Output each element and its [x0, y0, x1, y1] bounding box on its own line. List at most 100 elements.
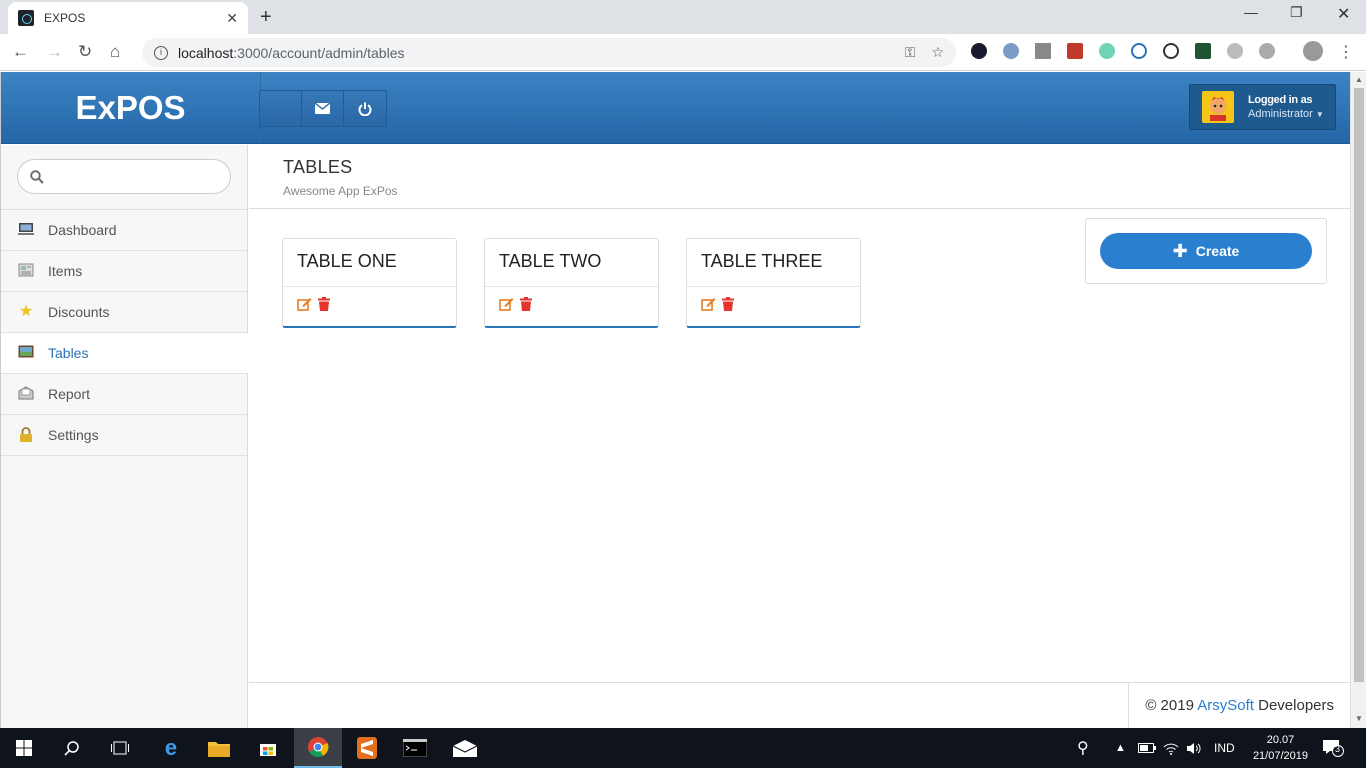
system-clock[interactable]: 20.07 21/07/2019 — [1253, 732, 1308, 764]
sidebar-search[interactable] — [17, 159, 231, 194]
power-icon — [358, 102, 372, 116]
copyright: © 2019 ArsySoft Developers — [1128, 683, 1350, 729]
sidebar-menu: Dashboard Items ★ Discounts Tables Repor… — [1, 209, 248, 456]
key-icon[interactable]: ⚿ — [905, 44, 916, 61]
user-avatar — [1202, 91, 1234, 123]
task-view-icon[interactable] — [96, 728, 144, 768]
back-icon[interactable]: ← — [12, 42, 29, 62]
browser-tab[interactable]: EXPOS ✕ — [8, 2, 248, 34]
menu-toggle-button[interactable] — [260, 91, 302, 126]
scroll-up-icon[interactable]: ▲ — [1355, 75, 1363, 84]
sidebar-item-report[interactable]: Report — [1, 374, 248, 415]
logout-button[interactable] — [344, 91, 386, 126]
create-button[interactable]: ✚ Create — [1100, 233, 1312, 269]
extension-icon[interactable] — [1099, 43, 1115, 59]
create-panel: ✚ Create — [1085, 218, 1327, 284]
mail-button[interactable] — [302, 91, 344, 126]
extension-icon[interactable] — [1163, 43, 1179, 59]
delete-icon[interactable] — [318, 297, 330, 314]
home-icon[interactable]: ⌂ — [110, 42, 120, 62]
brand-logo[interactable]: ExPOS — [1, 72, 261, 144]
table-card[interactable]: TABLE THREE — [686, 238, 861, 328]
table-name: TABLE THREE — [687, 239, 860, 287]
scrollbar-thumb[interactable] — [1354, 88, 1364, 682]
items-icon — [18, 263, 34, 279]
tray-chevron-icon[interactable]: ▲ — [1115, 728, 1126, 768]
sidebar-item-dashboard[interactable]: Dashboard — [1, 210, 248, 251]
wifi-icon[interactable] — [1163, 728, 1179, 768]
menu-kebab-icon[interactable]: ⋮ — [1338, 42, 1354, 62]
search-input[interactable] — [52, 169, 230, 184]
monitor-icon — [18, 222, 34, 238]
extension-icon[interactable] — [1003, 43, 1019, 59]
file-explorer-icon[interactable] — [195, 728, 243, 768]
sidebar-item-label: Dashboard — [48, 222, 117, 238]
url-field[interactable]: i localhost:3000/account/admin/tables ⚿ … — [142, 38, 956, 67]
mail-taskbar-icon[interactable] — [441, 728, 489, 768]
extension-icon[interactable] — [1227, 43, 1243, 59]
sidebar-item-discounts[interactable]: ★ Discounts — [1, 292, 248, 333]
window-close-icon[interactable]: ✕ — [1337, 4, 1350, 24]
extension-icon[interactable] — [1195, 43, 1211, 59]
edge-icon[interactable]: e — [147, 728, 195, 768]
sidebar: Dashboard Items ★ Discounts Tables Repor… — [1, 145, 248, 728]
page-scrollbar[interactable]: ▲ ▼ — [1350, 72, 1366, 728]
address-bar-row: ← → ↻ ⌂ i localhost:3000/account/admin/t… — [0, 34, 1366, 71]
action-center-icon[interactable]: 3 — [1322, 728, 1344, 768]
copyright-prefix: © 2019 — [1145, 697, 1198, 714]
battery-icon[interactable] — [1138, 728, 1156, 768]
bookmark-star-icon[interactable]: ☆ — [931, 44, 944, 61]
reload-icon[interactable]: ↻ — [78, 42, 92, 62]
search-icon — [30, 169, 44, 184]
table-card[interactable]: TABLE ONE — [282, 238, 457, 328]
volume-icon[interactable] — [1186, 728, 1202, 768]
tables-grid: TABLE ONE TABLE TWO TABLE THREE — [282, 238, 861, 328]
sublime-text-icon[interactable] — [343, 728, 391, 768]
scroll-down-icon[interactable]: ▼ — [1355, 714, 1363, 723]
main-content: TABLES Awesome App ExPos TABLE ONE TABLE… — [249, 145, 1350, 728]
sidebar-item-settings[interactable]: Settings — [1, 415, 248, 456]
profile-avatar[interactable] — [1303, 41, 1323, 61]
forward-icon[interactable]: → — [46, 42, 63, 62]
restore-icon[interactable]: ❐ — [1290, 4, 1303, 21]
edit-icon[interactable] — [499, 297, 514, 314]
sidebar-item-label: Discounts — [48, 304, 110, 320]
page-subtitle: Awesome App ExPos — [283, 184, 398, 198]
extension-icon[interactable] — [1035, 43, 1051, 59]
table-card[interactable]: TABLE TWO — [484, 238, 659, 328]
edit-icon[interactable] — [701, 297, 716, 314]
tab-title: EXPOS — [44, 11, 86, 25]
clock-time: 20.07 — [1266, 734, 1295, 746]
user-menu[interactable]: Logged in as Administrator ▼ — [1189, 84, 1336, 130]
extension-icon[interactable] — [1131, 43, 1147, 59]
store-icon[interactable] — [244, 728, 292, 768]
search-taskbar-icon[interactable] — [48, 728, 96, 768]
company-link[interactable]: ArsySoft — [1197, 697, 1254, 714]
app-header: ExPOS Logged in as Administrator ▼ — [1, 72, 1350, 144]
extension-icon[interactable] — [971, 43, 987, 59]
chrome-taskbar-icon[interactable] — [294, 728, 342, 768]
react-favicon-icon — [18, 10, 34, 26]
new-tab-button[interactable]: + — [260, 6, 272, 29]
language-indicator[interactable]: IND — [1214, 728, 1235, 768]
extension-icon[interactable] — [1067, 43, 1083, 59]
sidebar-item-items[interactable]: Items — [1, 251, 248, 292]
people-icon[interactable]: ⚲ — [1077, 728, 1089, 768]
url-path: :3000/account/admin/tables — [233, 44, 405, 61]
delete-icon[interactable] — [520, 297, 532, 314]
lock-icon — [18, 427, 34, 443]
minimize-icon[interactable]: — — [1244, 4, 1258, 20]
sidebar-item-tables[interactable]: Tables — [1, 333, 248, 374]
app-root: ExPOS Logged in as Administrator ▼ Dashb… — [0, 72, 1350, 729]
extension-icon[interactable] — [1259, 43, 1275, 59]
terminal-icon[interactable] — [391, 728, 439, 768]
delete-icon[interactable] — [722, 297, 734, 314]
browser-tab-bar: EXPOS ✕ + — ❐ ✕ — [0, 0, 1366, 34]
start-button[interactable] — [0, 728, 48, 768]
clock-date: 21/07/2019 — [1252, 750, 1308, 762]
plus-icon: ✚ — [1172, 240, 1188, 261]
edit-icon[interactable] — [297, 297, 312, 314]
close-tab-icon[interactable]: ✕ — [226, 10, 238, 27]
site-info-icon[interactable]: i — [154, 45, 168, 60]
sidebar-item-label: Items — [48, 263, 83, 279]
